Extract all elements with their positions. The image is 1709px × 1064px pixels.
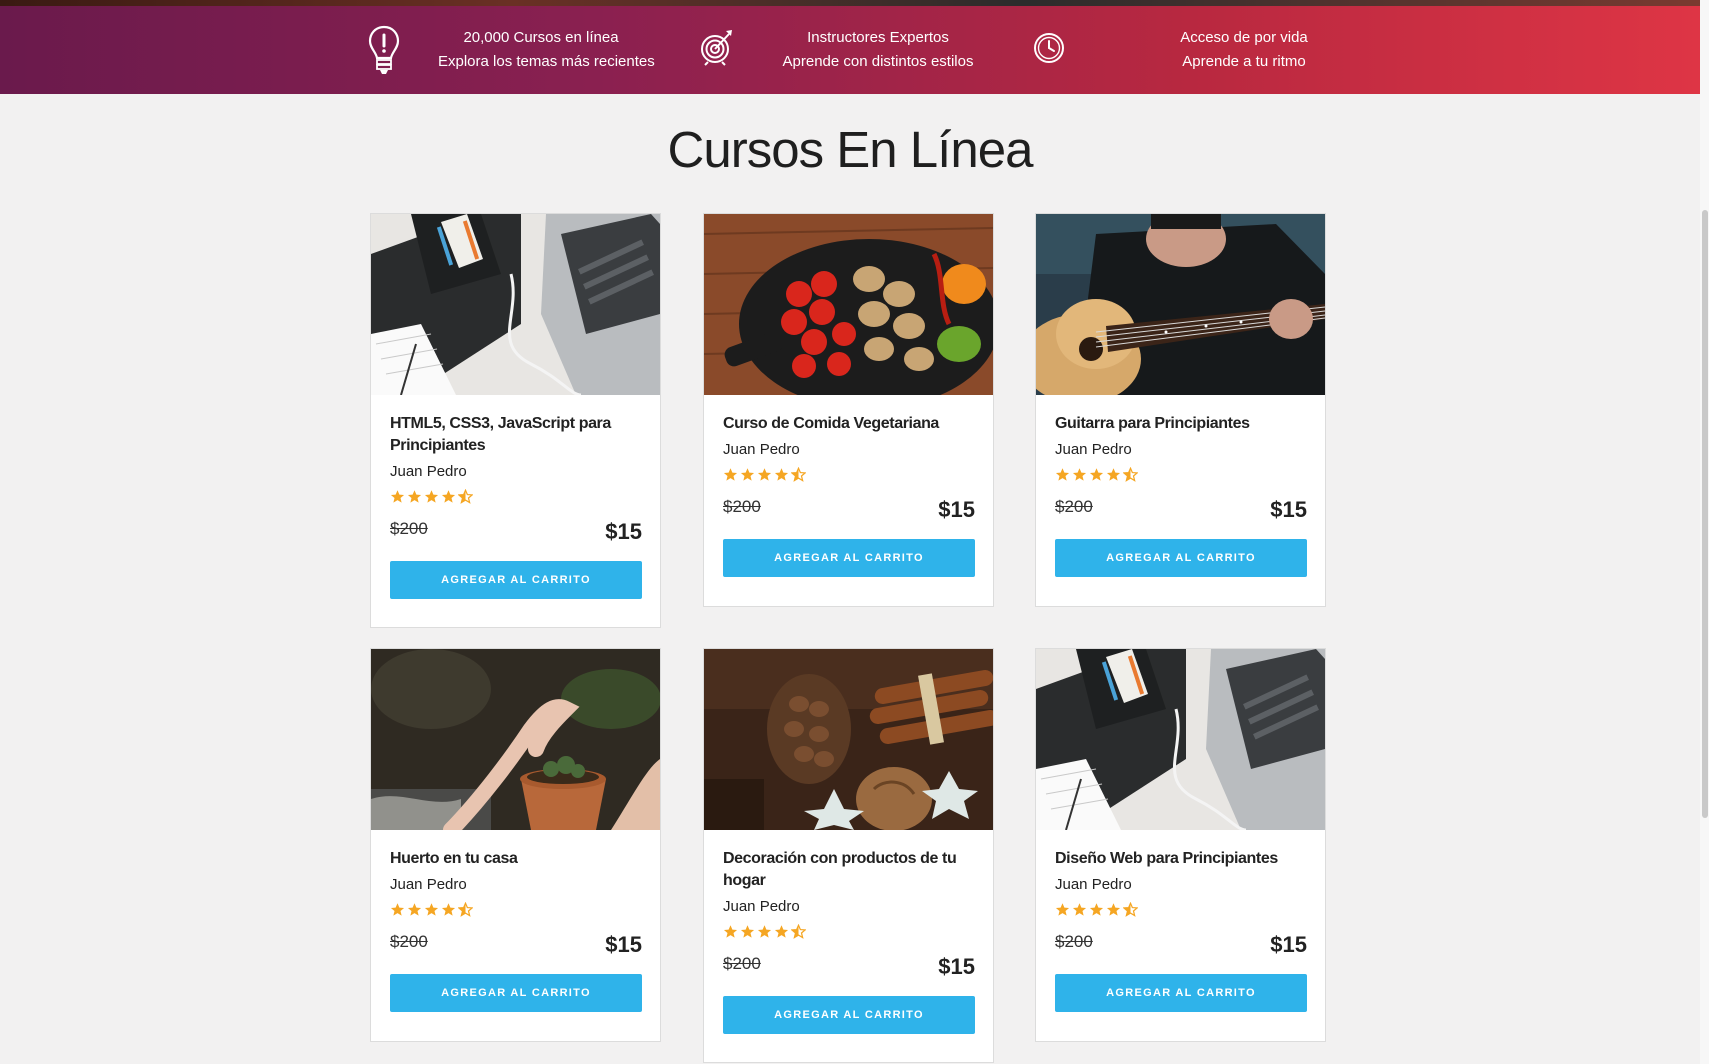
course-card-html5: HTML5, CSS3, JavaScript para Principiant… xyxy=(370,213,661,628)
price-row: $200 $15 xyxy=(1055,493,1307,533)
feature-cursos-line2: Explora los temas más recientes xyxy=(438,53,655,70)
star-icon xyxy=(424,490,439,503)
add-to-cart-button[interactable]: AGREGAR AL CARRITO xyxy=(1055,539,1307,577)
feature-cursos: 20,000 Cursos en línea Explora los temas… xyxy=(366,6,666,94)
rating-stars xyxy=(723,924,975,940)
star-half-icon xyxy=(1123,467,1138,482)
star-half-icon xyxy=(458,902,473,917)
old-price: $200 xyxy=(723,497,761,516)
page-title: Cursos En Línea xyxy=(667,121,1034,178)
star-icon xyxy=(740,468,755,481)
price-row: $200 $15 xyxy=(1055,928,1307,968)
add-to-cart-button[interactable]: AGREGAR AL CARRITO xyxy=(390,561,642,599)
star-icon xyxy=(1072,468,1087,481)
current-price: $15 xyxy=(605,932,642,957)
course-card-guitarra: Guitarra para Principiantes Juan Pedro $… xyxy=(1035,213,1326,607)
feature-cursos-line1: 20,000 Cursos en línea xyxy=(463,29,619,46)
course-card-diseno-web: Diseño Web para Principiantes Juan Pedro… xyxy=(1035,648,1326,1042)
add-to-cart-button[interactable]: AGREGAR AL CARRITO xyxy=(723,996,975,1034)
old-price: $200 xyxy=(723,954,761,973)
features-banner: 20,000 Cursos en línea Explora los temas… xyxy=(0,6,1700,94)
feature-acceso-line2: Aprende a tu ritmo xyxy=(1182,53,1306,70)
star-icon xyxy=(723,925,738,938)
course-author: Juan Pedro xyxy=(1055,876,1132,893)
price-row: $200 $15 xyxy=(390,515,642,555)
course-author: Juan Pedro xyxy=(723,898,800,915)
star-icon xyxy=(757,925,772,938)
target-icon xyxy=(700,28,734,71)
star-half-icon xyxy=(791,924,806,939)
star-icon xyxy=(407,903,422,916)
star-icon xyxy=(407,490,422,503)
old-price: $200 xyxy=(1055,497,1093,516)
rating-stars xyxy=(1055,902,1307,918)
star-icon xyxy=(441,903,456,916)
star-icon xyxy=(774,925,789,938)
course-card-decoracion: Decoración con productos de tu hogar Jua… xyxy=(703,648,994,1063)
current-price: $15 xyxy=(938,497,975,522)
course-author: Juan Pedro xyxy=(390,463,467,480)
current-price: $15 xyxy=(1270,932,1307,957)
course-author: Juan Pedro xyxy=(390,876,467,893)
rating-stars xyxy=(723,467,975,483)
course-card-huerto: Huerto en tu casa Juan Pedro $200 $15 AG… xyxy=(370,648,661,1042)
price-row: $200 $15 xyxy=(723,493,975,533)
star-icon xyxy=(390,903,405,916)
scrollbar-thumb[interactable] xyxy=(1702,210,1708,818)
feature-instructores-line1: Instructores Expertos xyxy=(807,29,949,46)
course-title[interactable]: Curso de Comida Vegetariana xyxy=(723,413,975,435)
clock-icon xyxy=(1033,32,1065,69)
cinnamon-pinecone-image[interactable] xyxy=(704,649,993,830)
old-price: $200 xyxy=(1055,932,1093,951)
current-price: $15 xyxy=(1270,497,1307,522)
star-icon xyxy=(1055,468,1070,481)
course-title[interactable]: Guitarra para Principiantes xyxy=(1055,413,1307,435)
star-icon xyxy=(424,903,439,916)
feature-acceso: Acceso de por vida Aprende a tu ritmo xyxy=(1033,6,1333,94)
rating-stars xyxy=(1055,467,1307,483)
feature-instructores: Instructores Expertos Aprende con distin… xyxy=(700,6,1000,94)
star-half-icon xyxy=(458,489,473,504)
star-icon xyxy=(740,925,755,938)
feature-instructores-line2: Aprende con distintos estilos xyxy=(782,53,974,70)
course-title[interactable]: Huerto en tu casa xyxy=(390,848,642,870)
rating-stars xyxy=(390,489,642,505)
old-price: $200 xyxy=(390,519,428,538)
star-icon xyxy=(1106,903,1121,916)
star-icon xyxy=(1072,903,1087,916)
current-price: $15 xyxy=(605,519,642,544)
star-icon xyxy=(1055,903,1070,916)
star-icon xyxy=(723,468,738,481)
star-icon xyxy=(441,490,456,503)
old-price: $200 xyxy=(390,932,428,951)
course-title[interactable]: Diseño Web para Principiantes xyxy=(1055,848,1307,870)
laptop-book-image[interactable] xyxy=(371,214,660,395)
potted-plant-image[interactable] xyxy=(371,649,660,830)
star-icon xyxy=(1106,468,1121,481)
rating-stars xyxy=(390,902,642,918)
star-icon xyxy=(774,468,789,481)
price-row: $200 $15 xyxy=(390,928,642,968)
star-half-icon xyxy=(791,467,806,482)
course-author: Juan Pedro xyxy=(723,441,800,458)
add-to-cart-button[interactable]: AGREGAR AL CARRITO xyxy=(1055,974,1307,1012)
star-half-icon xyxy=(1123,902,1138,917)
current-price: $15 xyxy=(938,954,975,979)
add-to-cart-button[interactable]: AGREGAR AL CARRITO xyxy=(723,539,975,577)
vegetables-pan-image[interactable] xyxy=(704,214,993,395)
course-author: Juan Pedro xyxy=(1055,441,1132,458)
add-to-cart-button[interactable]: AGREGAR AL CARRITO xyxy=(390,974,642,1012)
laptop-book-image[interactable] xyxy=(1036,649,1325,830)
star-icon xyxy=(390,490,405,503)
course-title[interactable]: Decoración con productos de tu hogar xyxy=(723,848,975,892)
lightbulb-icon xyxy=(366,24,402,81)
guitar-player-image[interactable] xyxy=(1036,214,1325,395)
course-card-comida: Curso de Comida Vegetariana Juan Pedro $… xyxy=(703,213,994,607)
price-row: $200 $15 xyxy=(723,950,975,990)
course-title[interactable]: HTML5, CSS3, JavaScript para Principiant… xyxy=(390,413,642,457)
star-icon xyxy=(1089,468,1104,481)
star-icon xyxy=(757,468,772,481)
star-icon xyxy=(1089,903,1104,916)
feature-acceso-line1: Acceso de por vida xyxy=(1180,29,1308,46)
